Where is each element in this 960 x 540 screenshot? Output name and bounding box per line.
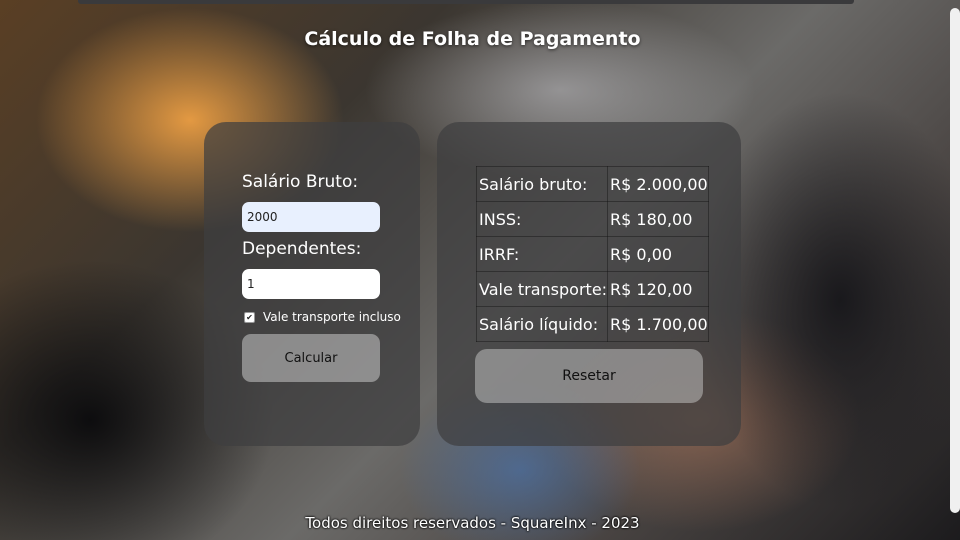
vale-transporte-label: Vale transporte incluso	[263, 310, 401, 324]
result-value: R$ 180,00	[607, 201, 709, 237]
result-label: INSS:	[475, 201, 609, 237]
vale-transporte-row[interactable]: ✔ Vale transporte incluso	[244, 310, 401, 324]
input-panel: Salário Bruto: Dependentes: ✔ Vale trans…	[204, 122, 420, 446]
vale-transporte-checkbox[interactable]: ✔	[244, 311, 255, 323]
result-value: R$ 2.000,00	[607, 166, 709, 202]
footer-text: Todos direitos reservados - SquareInx - …	[305, 514, 640, 532]
table-row: INSS: R$ 180,00	[475, 201, 709, 237]
calcular-button[interactable]: Calcular	[242, 334, 380, 382]
result-value: R$ 1.700,00	[607, 306, 709, 342]
table-row: Salário líquido: R$ 1.700,00	[475, 306, 709, 342]
result-label: Salário bruto:	[475, 166, 609, 202]
results-table: Salário bruto: R$ 2.000,00 INSS: R$ 180,…	[475, 166, 709, 342]
results-panel: Salário bruto: R$ 2.000,00 INSS: R$ 180,…	[437, 122, 741, 446]
result-label: IRRF:	[475, 236, 609, 272]
dependentes-label: Dependentes:	[242, 239, 362, 259]
scrollbar[interactable]	[950, 8, 960, 513]
result-value: R$ 120,00	[607, 271, 709, 307]
salario-label: Salário Bruto:	[242, 172, 359, 192]
dependentes-input[interactable]	[242, 269, 380, 299]
table-row: IRRF: R$ 0,00	[475, 236, 709, 272]
table-row: Salário bruto: R$ 2.000,00	[475, 166, 709, 202]
result-label: Salário líquido:	[475, 306, 609, 342]
page-title: Cálculo de Folha de Pagamento	[304, 28, 641, 50]
table-row: Vale transporte: R$ 120,00	[475, 271, 709, 307]
resetar-button[interactable]: Resetar	[475, 349, 703, 403]
result-value: R$ 0,00	[607, 236, 709, 272]
salario-input[interactable]	[242, 202, 380, 232]
result-label: Vale transporte:	[475, 271, 609, 307]
browser-top-strip	[78, 0, 854, 4]
